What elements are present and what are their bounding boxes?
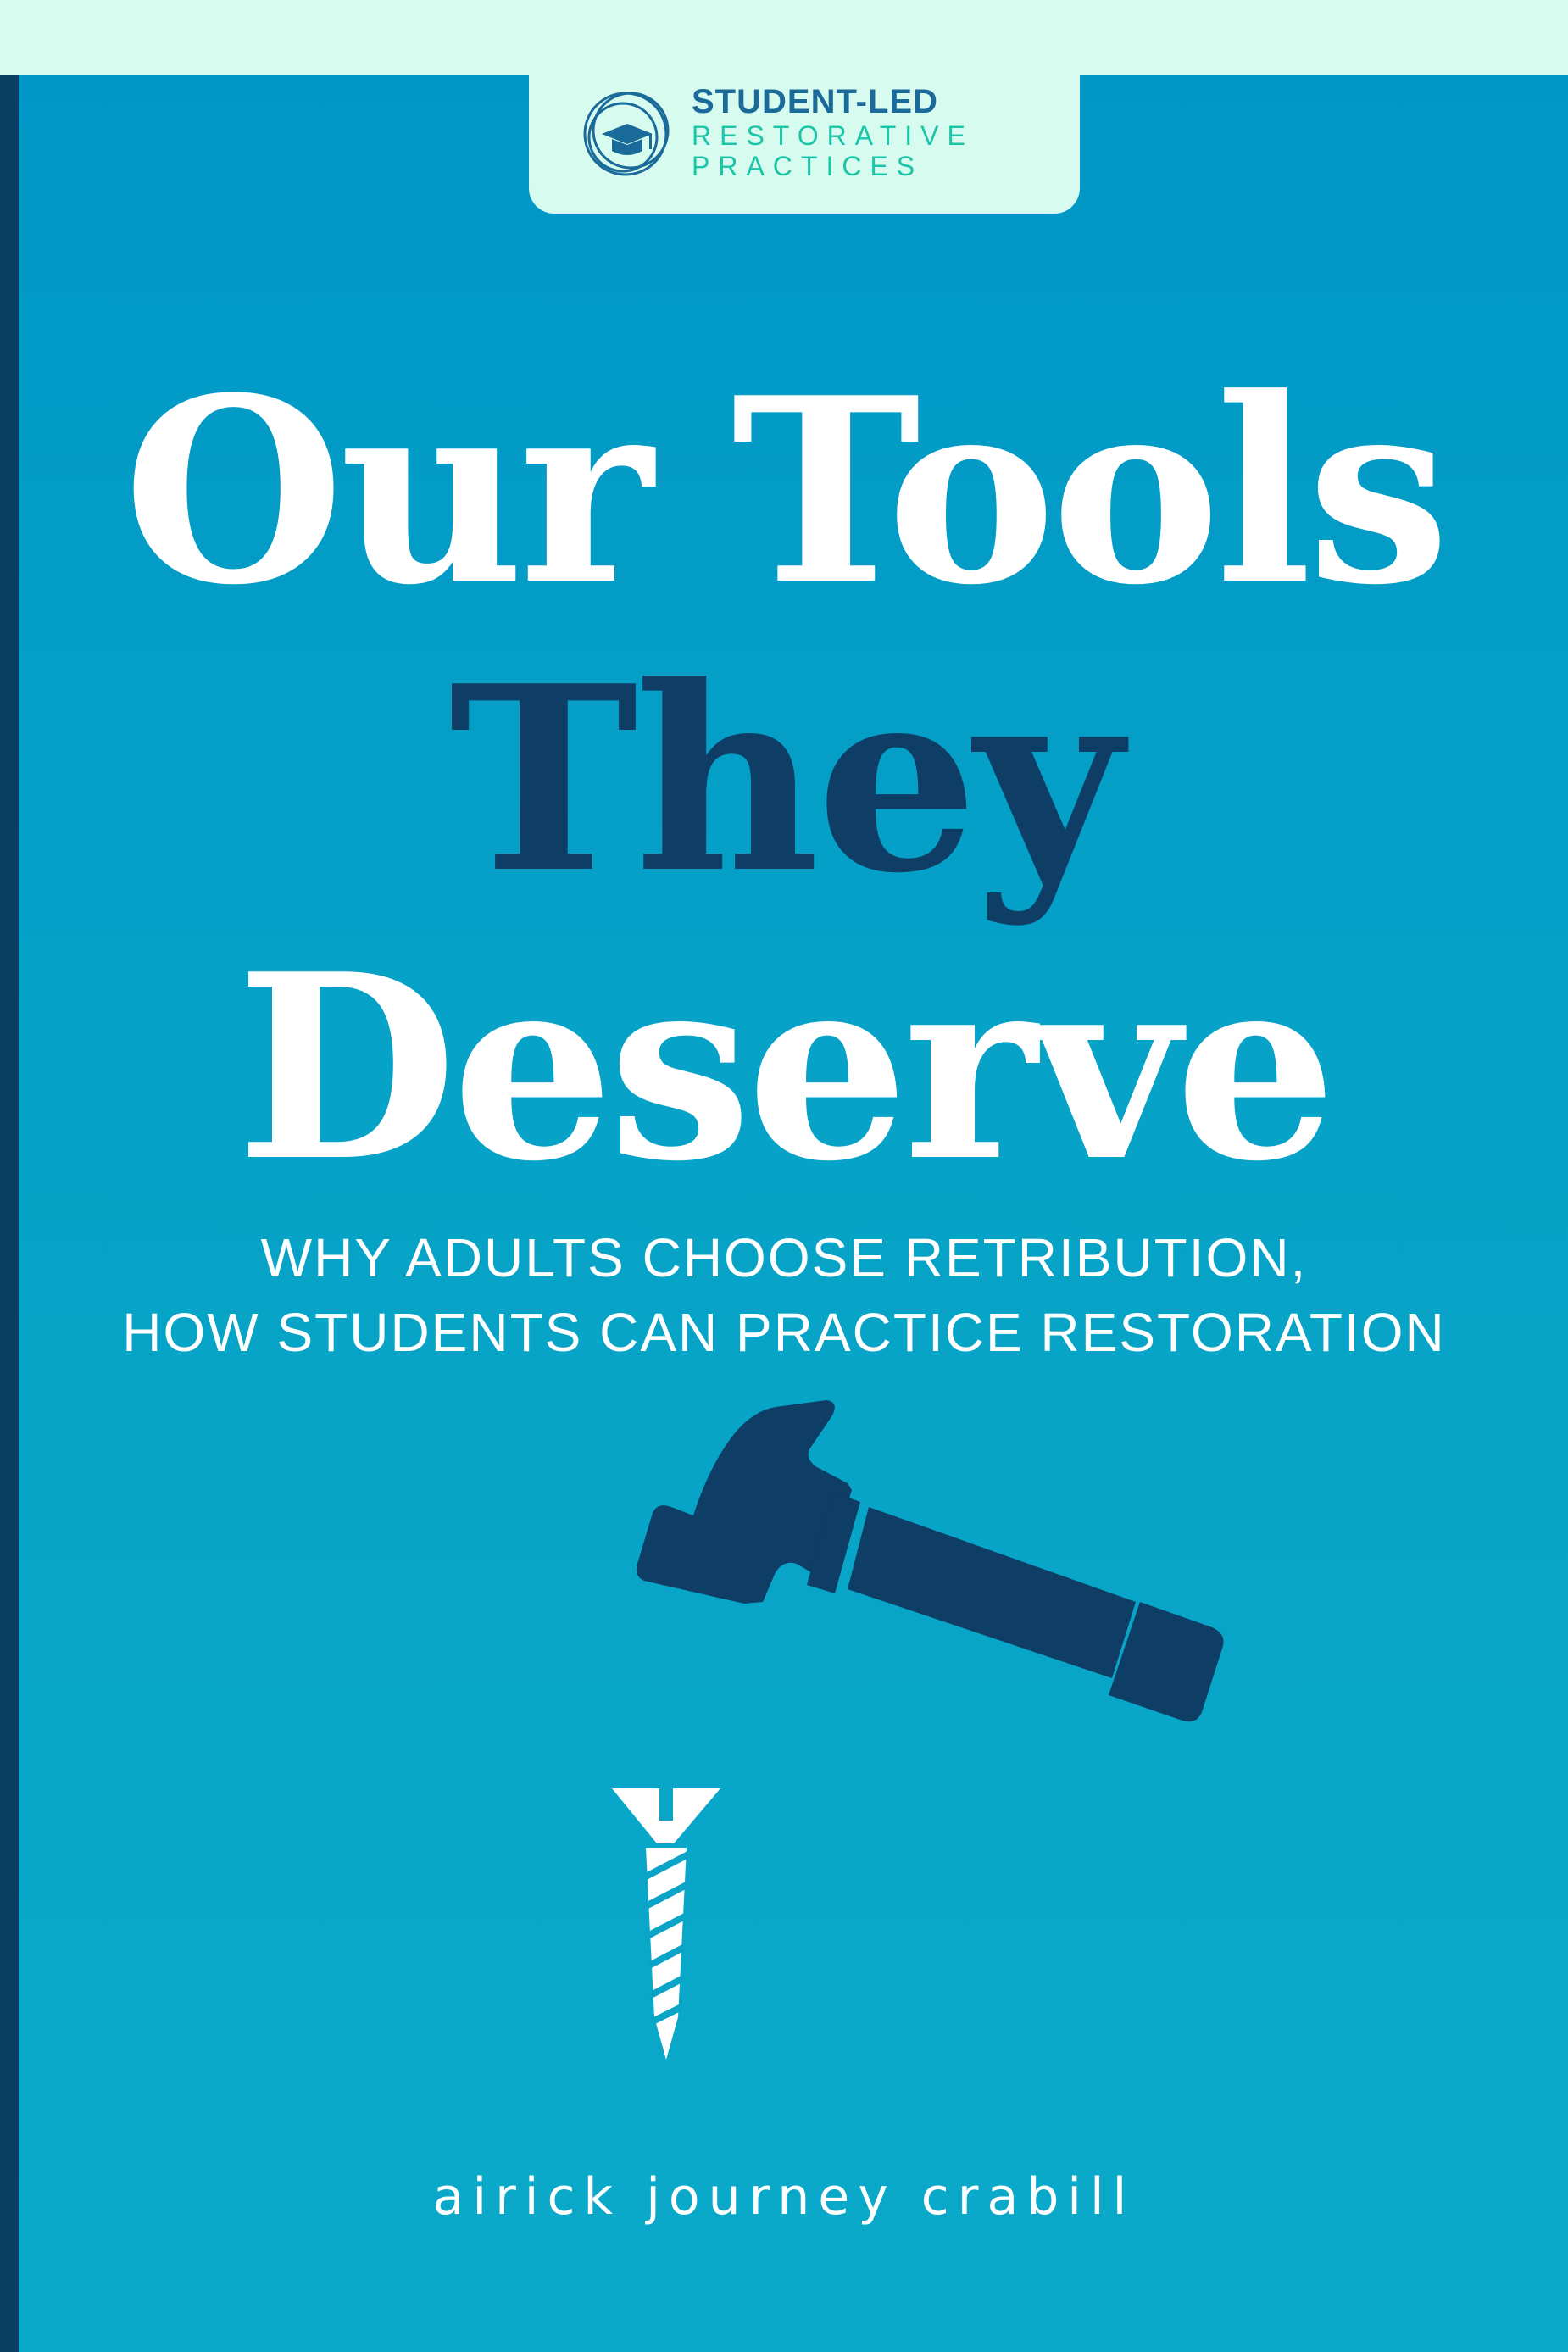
- publisher-line-1: STUDENT-LED: [692, 83, 938, 120]
- publisher-badge: STUDENT-LED RESTORATIVE PRACTICES: [529, 51, 1080, 214]
- graduation-cap-icon: [602, 124, 653, 155]
- publisher-line-3: PRACTICES: [692, 151, 924, 181]
- author-name: airick journey crabill: [432, 2167, 1136, 2227]
- logo-circles-icon: [583, 92, 670, 176]
- subtitle-line-1: WHY ADULTS CHOOSE RETRIBUTION,: [260, 1227, 1308, 1288]
- publisher-line-2: RESTORATIVE: [692, 120, 974, 151]
- tools-illustration: [612, 1400, 1224, 2060]
- title-line-2: They: [448, 630, 1123, 929]
- hammer-icon: [637, 1400, 1224, 1722]
- screw-icon: [612, 1787, 720, 2060]
- title-line-3: Deserve: [236, 918, 1337, 1217]
- publisher-name: STUDENT-LED RESTORATIVE PRACTICES: [692, 85, 1065, 180]
- title-line-1: Our Tools: [123, 342, 1450, 641]
- subtitle-line-2: HOW STUDENTS CAN PRACTICE RESTORATION: [122, 1302, 1446, 1363]
